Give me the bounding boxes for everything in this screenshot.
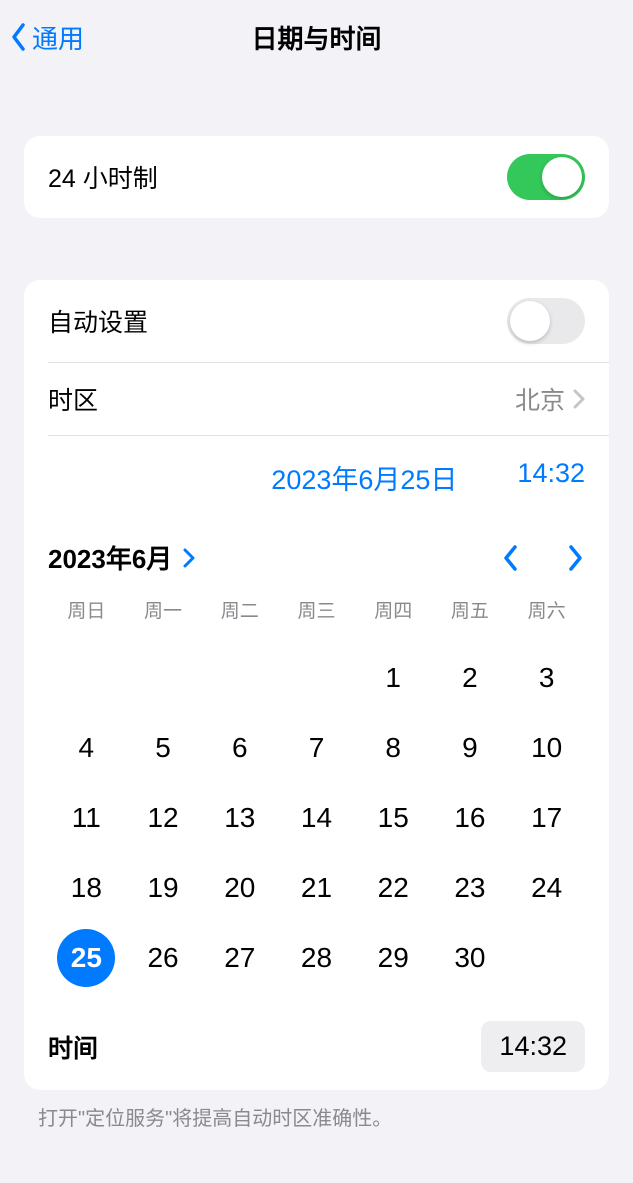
row-auto-set-label: 自动设置	[48, 303, 148, 339]
calendar-day[interactable]: 16	[441, 789, 499, 847]
calendar-day[interactable]: 5	[134, 719, 192, 777]
row-time: 时间 14:32	[24, 1011, 609, 1090]
month-picker[interactable]: 2023年6月	[48, 539, 196, 576]
timezone-label: 时区	[48, 381, 98, 417]
row-24-hour: 24 小时制	[24, 136, 609, 218]
chevron-right-icon	[182, 547, 196, 569]
calendar-day[interactable]: 27	[211, 929, 269, 987]
calendar-dow: 周六	[508, 596, 585, 643]
calendar-day[interactable]: 18	[57, 859, 115, 917]
time-picker[interactable]: 14:32	[481, 1021, 585, 1072]
calendar-dow: 周五	[432, 596, 509, 643]
calendar-dow: 周日	[48, 596, 125, 643]
calendar-day[interactable]: 25	[57, 929, 115, 987]
current-time[interactable]: 14:32	[517, 458, 585, 497]
calendar-dow: 周二	[201, 596, 278, 643]
calendar-day[interactable]: 14	[287, 789, 345, 847]
calendar-day[interactable]: 11	[57, 789, 115, 847]
calendar-day[interactable]: 23	[441, 859, 499, 917]
back-label: 通用	[32, 19, 84, 56]
month-label: 2023年6月	[48, 539, 172, 576]
row-current-datetime: 2023年6月25日 14:32	[48, 435, 609, 523]
calendar-day[interactable]: 12	[134, 789, 192, 847]
calendar-day[interactable]: 15	[364, 789, 422, 847]
calendar-day[interactable]: 22	[364, 859, 422, 917]
calendar-day[interactable]: 3	[518, 649, 576, 707]
footer-note: 打开"定位服务"将提高自动时区准确性。	[0, 1090, 633, 1131]
toggle-auto-set[interactable]	[507, 298, 585, 344]
calendar-day[interactable]: 4	[57, 719, 115, 777]
calendar-day[interactable]: 9	[441, 719, 499, 777]
row-24-hour-label: 24 小时制	[48, 159, 158, 195]
chevron-left-icon	[10, 22, 28, 52]
row-auto-set: 自动设置	[24, 280, 609, 362]
calendar-day[interactable]: 20	[211, 859, 269, 917]
page-title: 日期与时间	[0, 19, 633, 56]
calendar-day[interactable]: 19	[134, 859, 192, 917]
calendar-day[interactable]: 6	[211, 719, 269, 777]
calendar-dow: 周四	[355, 596, 432, 643]
calendar-day[interactable]: 8	[364, 719, 422, 777]
calendar-day[interactable]: 24	[518, 859, 576, 917]
calendar-dow: 周一	[125, 596, 202, 643]
calendar-day[interactable]: 30	[441, 929, 499, 987]
current-date[interactable]: 2023年6月25日	[271, 458, 457, 497]
calendar-day[interactable]: 26	[134, 929, 192, 987]
calendar-day[interactable]: 13	[211, 789, 269, 847]
calendar-day[interactable]: 2	[441, 649, 499, 707]
chevron-right-icon	[573, 389, 585, 409]
calendar-day[interactable]: 17	[518, 789, 576, 847]
next-month-button[interactable]	[565, 543, 585, 573]
row-timezone[interactable]: 时区 北京	[48, 362, 609, 435]
back-button[interactable]: 通用	[10, 19, 84, 56]
calendar-dow: 周三	[278, 596, 355, 643]
calendar-day[interactable]: 28	[287, 929, 345, 987]
timezone-value: 北京	[515, 381, 565, 417]
time-label: 时间	[48, 1029, 98, 1065]
calendar-day[interactable]: 1	[364, 649, 422, 707]
calendar-day[interactable]: 29	[364, 929, 422, 987]
toggle-24-hour[interactable]	[507, 154, 585, 200]
calendar-day[interactable]: 21	[287, 859, 345, 917]
calendar-day[interactable]: 10	[518, 719, 576, 777]
calendar-day[interactable]: 7	[287, 719, 345, 777]
prev-month-button[interactable]	[501, 543, 521, 573]
